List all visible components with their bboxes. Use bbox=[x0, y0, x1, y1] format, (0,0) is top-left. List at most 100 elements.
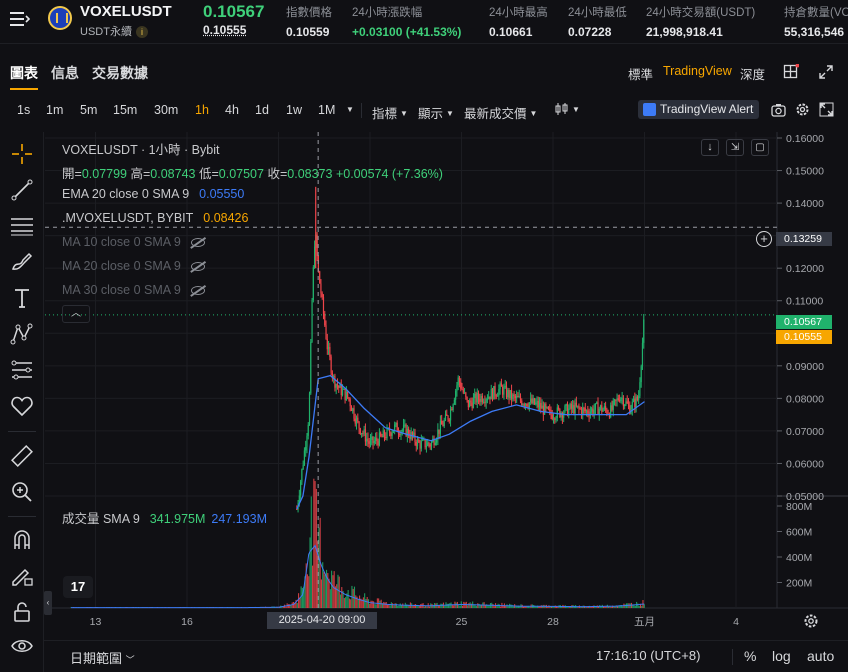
maximize-icon[interactable]: ▢ bbox=[751, 139, 769, 156]
trend-line-icon[interactable] bbox=[10, 178, 34, 202]
brush-icon[interactable] bbox=[10, 250, 34, 274]
interval-30m[interactable]: 30m bbox=[154, 103, 178, 117]
lock-icon[interactable] bbox=[10, 600, 34, 624]
edit-lock-icon[interactable] bbox=[10, 564, 34, 588]
heart-icon[interactable] bbox=[10, 394, 34, 418]
crosshair-icon[interactable] bbox=[10, 142, 34, 166]
volume-bar bbox=[522, 606, 525, 608]
alarm-clock-icon bbox=[643, 103, 656, 116]
candle-body bbox=[443, 420, 445, 427]
symbol-name[interactable]: VOXELUSDT bbox=[80, 3, 172, 20]
interval-dropdown-icon[interactable]: ▼ bbox=[346, 105, 354, 114]
log-scale-toggle[interactable]: log bbox=[772, 648, 791, 664]
chart-canvas[interactable]: 0.160000.150000.140000.130000.120000.110… bbox=[45, 132, 848, 638]
scroll-left-handle[interactable]: ‹ bbox=[44, 591, 52, 615]
percent-scale-toggle[interactable]: % bbox=[744, 648, 756, 664]
volume-bar bbox=[641, 605, 643, 608]
candle-body bbox=[366, 438, 368, 442]
chart-type-menu[interactable]: ▼ bbox=[555, 103, 580, 117]
layout-grid-icon[interactable] bbox=[783, 64, 799, 80]
candle-body bbox=[377, 440, 379, 446]
fullscreen-icon[interactable] bbox=[818, 64, 834, 80]
indicators-label: 指標 bbox=[372, 107, 398, 121]
settings-gear-icon[interactable] bbox=[795, 102, 810, 117]
candle-body bbox=[514, 395, 516, 399]
stat-label: 24小時最高 bbox=[489, 7, 548, 19]
volume-bar bbox=[374, 604, 376, 608]
view-tradingview[interactable]: TradingView bbox=[663, 64, 732, 78]
price-chart[interactable]: 0.160000.150000.140000.130000.120000.110… bbox=[45, 132, 848, 638]
candle-body bbox=[532, 398, 534, 404]
interval-1h[interactable]: 1h bbox=[195, 103, 209, 117]
display-menu[interactable]: 顯示 ▼ bbox=[418, 103, 454, 122]
interval-1d[interactable]: 1d bbox=[255, 103, 269, 117]
indicator-legend-ma20[interactable]: MA 20 close 0 SMA 9 bbox=[62, 259, 205, 273]
x-tick-label: 五月 bbox=[634, 616, 655, 628]
axis-settings-gear-icon[interactable] bbox=[803, 613, 819, 629]
interval-1s[interactable]: 1s bbox=[17, 103, 30, 117]
tab-trading-data[interactable]: 交易數據 bbox=[92, 63, 148, 83]
indicator-legend-ma30[interactable]: MA 30 close 0 SMA 9 bbox=[62, 283, 205, 297]
eye-icon[interactable] bbox=[10, 634, 34, 658]
candle-body bbox=[547, 406, 550, 410]
clock-timezone[interactable]: 17:16:10 (UTC+8) bbox=[596, 648, 700, 663]
volume-bar bbox=[529, 606, 531, 608]
stat-label: 指數價格 bbox=[286, 7, 332, 19]
interval-1m[interactable]: 1m bbox=[46, 103, 63, 117]
eye-hidden-icon[interactable] bbox=[190, 238, 205, 247]
eye-hidden-icon[interactable] bbox=[190, 262, 205, 271]
indicator-legend-ema[interactable]: EMA 20 close 0 SMA 9 0.05550 bbox=[62, 187, 244, 201]
interval-5m[interactable]: 5m bbox=[80, 103, 97, 117]
volume-bar bbox=[428, 606, 431, 608]
volume-bar bbox=[287, 604, 289, 608]
volume-bar bbox=[614, 606, 616, 608]
collapse-legend-button[interactable]: ︿ bbox=[62, 305, 90, 323]
camera-icon[interactable] bbox=[771, 103, 786, 117]
menu-icon[interactable] bbox=[10, 10, 30, 28]
eye-hidden-icon[interactable] bbox=[190, 286, 205, 295]
indicators-menu[interactable]: 指標 ▼ bbox=[372, 103, 408, 122]
magnet-icon[interactable] bbox=[10, 528, 34, 552]
candle-body bbox=[531, 398, 533, 404]
volume-bar bbox=[309, 537, 311, 608]
volume-bar bbox=[420, 604, 422, 608]
indicator-legend-mark[interactable]: .MVOXELUSDT, BYBIT 0.08426 bbox=[62, 211, 248, 225]
volume-bar bbox=[633, 605, 635, 608]
interval-15m[interactable]: 15m bbox=[113, 103, 137, 117]
horizontal-lines-icon[interactable] bbox=[10, 214, 34, 238]
indicator-legend-ma10[interactable]: MA 10 close 0 SMA 9 bbox=[62, 235, 205, 249]
interval-1M[interactable]: 1M bbox=[318, 103, 335, 117]
candle-body bbox=[439, 420, 442, 434]
pattern-icon[interactable] bbox=[10, 322, 34, 346]
tradingview-alert-button[interactable]: TradingView Alert bbox=[638, 100, 760, 119]
info-icon[interactable]: i bbox=[135, 26, 148, 38]
candle-body bbox=[503, 387, 505, 395]
candle-body bbox=[639, 382, 641, 396]
view-depth[interactable]: 深度 bbox=[740, 64, 765, 83]
arrow-down-icon[interactable]: ↓ bbox=[701, 139, 719, 156]
interval-4h[interactable]: 4h bbox=[225, 103, 239, 117]
ruler-icon[interactable] bbox=[10, 444, 34, 468]
view-standard[interactable]: 標準 bbox=[628, 64, 653, 83]
add-alert-plus-icon[interactable]: + bbox=[756, 231, 772, 247]
collapse-icon[interactable]: ⇲ bbox=[726, 139, 744, 156]
volume-bar bbox=[535, 606, 537, 608]
tab-info[interactable]: 信息 bbox=[51, 63, 79, 83]
volume-bar bbox=[373, 601, 375, 608]
auto-scale-toggle[interactable]: auto bbox=[807, 648, 834, 664]
contract-type: USDT永續 i bbox=[80, 23, 148, 39]
zoom-in-icon[interactable] bbox=[10, 480, 34, 504]
price-type-menu[interactable]: 最新成交價 ▼ bbox=[464, 103, 537, 122]
text-tool-icon[interactable] bbox=[10, 286, 34, 310]
date-range-button[interactable]: 日期範圍 ﹀ bbox=[70, 648, 135, 667]
prediction-tool-icon[interactable] bbox=[10, 358, 34, 382]
status-bar: 日期範圍 ﹀ 17:16:10 (UTC+8) % log auto bbox=[44, 640, 848, 672]
candle-body bbox=[494, 386, 496, 396]
volume-bar bbox=[313, 478, 315, 608]
candle-body bbox=[495, 395, 497, 397]
volume-bar bbox=[622, 606, 624, 608]
interval-1w[interactable]: 1w bbox=[286, 103, 302, 117]
tab-chart[interactable]: 圖表 bbox=[10, 63, 38, 90]
indicator-label: MA 30 close 0 SMA 9 bbox=[62, 283, 181, 297]
expand-icon[interactable] bbox=[819, 102, 834, 117]
